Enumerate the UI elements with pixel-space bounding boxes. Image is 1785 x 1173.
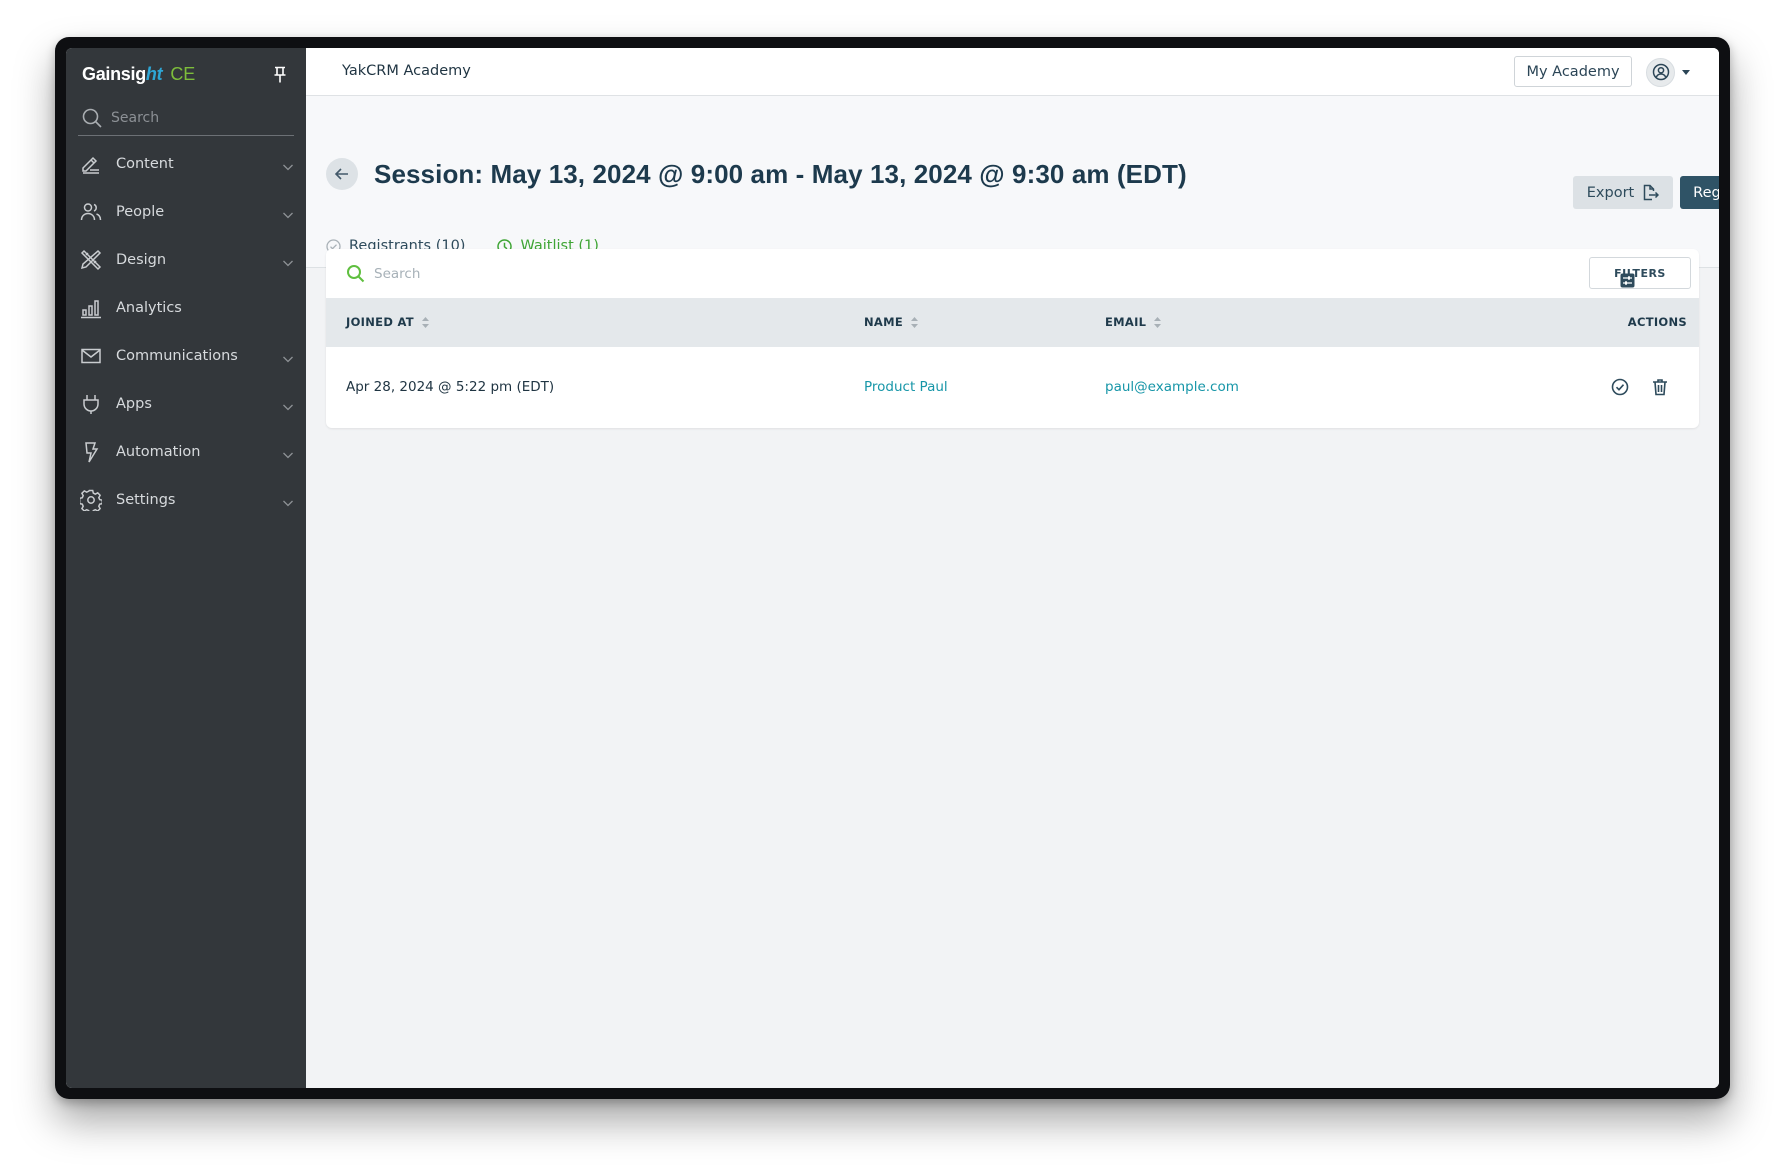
sidebar-search[interactable]: Search xyxy=(78,100,294,136)
column-header-joined-at[interactable]: JOINED AT xyxy=(346,315,429,329)
pen-icon xyxy=(80,153,102,175)
my-academy-button[interactable]: My Academy xyxy=(1514,56,1632,87)
sort-icon xyxy=(911,316,919,328)
chevron-down-icon xyxy=(282,206,294,219)
page-header: Session: May 13, 2024 @ 9:00 am - May 13… xyxy=(306,96,1719,268)
sidebar-item-label: Communications xyxy=(116,348,238,364)
design-tools-icon xyxy=(80,249,102,271)
sidebar-item-settings[interactable]: Settings xyxy=(66,476,306,524)
column-label: ACTIONS xyxy=(1627,315,1687,329)
logo-text-accent: ht xyxy=(145,64,163,84)
approve-icon[interactable] xyxy=(1610,377,1630,397)
main-content: YakCRM Academy My Academy Session: May 1… xyxy=(306,48,1719,1088)
envelope-icon xyxy=(80,345,102,367)
sort-icon xyxy=(421,316,429,328)
back-button[interactable] xyxy=(326,158,358,190)
table-search-input[interactable] xyxy=(374,259,1374,289)
sidebar-item-content[interactable]: Content xyxy=(66,140,306,188)
arrow-left-icon xyxy=(334,168,348,180)
joined-at-cell: Apr 28, 2024 @ 5:22 pm (EDT) xyxy=(346,379,555,395)
chevron-down-icon xyxy=(282,158,294,171)
top-bar: YakCRM Academy My Academy xyxy=(306,48,1719,96)
community-name[interactable]: YakCRM Academy xyxy=(342,63,471,79)
people-icon xyxy=(80,201,102,223)
chevron-down-icon xyxy=(282,254,294,267)
email-link[interactable]: paul@example.com xyxy=(1105,379,1239,395)
chevron-down-icon xyxy=(282,446,294,459)
table-search-bar: FILTERS xyxy=(326,249,1699,298)
user-avatar-icon xyxy=(1646,57,1675,87)
export-button[interactable]: Export xyxy=(1573,176,1673,209)
sidebar-item-analytics[interactable]: Analytics xyxy=(66,284,306,332)
export-label: Export xyxy=(1586,184,1635,201)
sidebar-nav: Content People Design Analytics Communic… xyxy=(66,140,306,524)
logo-suffix: CE xyxy=(170,64,196,84)
sliders-icon xyxy=(1620,273,1635,288)
trash-icon[interactable] xyxy=(1650,377,1670,397)
export-file-icon xyxy=(1642,184,1660,201)
lightning-icon xyxy=(80,441,102,463)
sidebar-item-label: Settings xyxy=(116,492,176,508)
sidebar-item-apps[interactable]: Apps xyxy=(66,380,306,428)
plug-icon xyxy=(80,393,102,415)
chevron-down-icon xyxy=(282,398,294,411)
app-window: Gainsig ht CE Search Content People Desi… xyxy=(66,48,1719,1088)
search-icon xyxy=(346,264,365,283)
sidebar-search-placeholder: Search xyxy=(111,109,160,126)
user-menu[interactable] xyxy=(1646,56,1690,88)
sidebar-item-automation[interactable]: Automation xyxy=(66,428,306,476)
column-label: EMAIL xyxy=(1105,315,1147,329)
sidebar-item-communications[interactable]: Communications xyxy=(66,332,306,380)
register-button[interactable]: Register xyxy=(1680,176,1719,209)
table-row: Apr 28, 2024 @ 5:22 pm (EDT) Product Pau… xyxy=(326,347,1699,428)
search-icon xyxy=(81,107,103,129)
column-header-actions: ACTIONS xyxy=(1628,315,1687,329)
sidebar-item-people[interactable]: People xyxy=(66,188,306,236)
column-header-name[interactable]: NAME xyxy=(864,315,919,329)
caret-down-icon xyxy=(1682,69,1690,75)
chevron-down-icon xyxy=(282,350,294,363)
gainsight-logo[interactable]: Gainsig ht CE xyxy=(82,64,195,86)
column-label: JOINED AT xyxy=(346,315,414,329)
sidebar-item-label: People xyxy=(116,204,165,220)
gear-icon xyxy=(78,489,104,514)
column-label: NAME xyxy=(864,315,904,329)
sidebar-item-label: Automation xyxy=(116,444,201,460)
sidebar-item-label: Analytics xyxy=(116,300,182,316)
device-frame: Gainsig ht CE Search Content People Desi… xyxy=(55,37,1730,1099)
sidebar-item-label: Apps xyxy=(116,396,152,412)
sort-icon xyxy=(1154,316,1162,328)
waitlist-table-card: FILTERS JOINED AT NAME EMAIL xyxy=(326,249,1699,428)
bar-chart-icon xyxy=(80,297,102,319)
sidebar: Gainsig ht CE Search Content People Desi… xyxy=(66,48,306,1088)
chevron-down-icon xyxy=(282,494,294,507)
column-header-email[interactable]: EMAIL xyxy=(1105,315,1162,329)
page-title: Session: May 13, 2024 @ 9:00 am - May 13… xyxy=(374,159,1187,189)
pin-icon[interactable] xyxy=(272,66,288,84)
sidebar-item-label: Content xyxy=(116,156,174,172)
name-link[interactable]: Product Paul xyxy=(864,379,948,395)
table-header: JOINED AT NAME EMAIL ACTIONS xyxy=(326,298,1699,347)
filters-button[interactable]: FILTERS xyxy=(1589,257,1691,289)
sidebar-item-design[interactable]: Design xyxy=(66,236,306,284)
logo-text: Gainsig xyxy=(82,64,146,84)
sidebar-item-label: Design xyxy=(116,252,167,268)
